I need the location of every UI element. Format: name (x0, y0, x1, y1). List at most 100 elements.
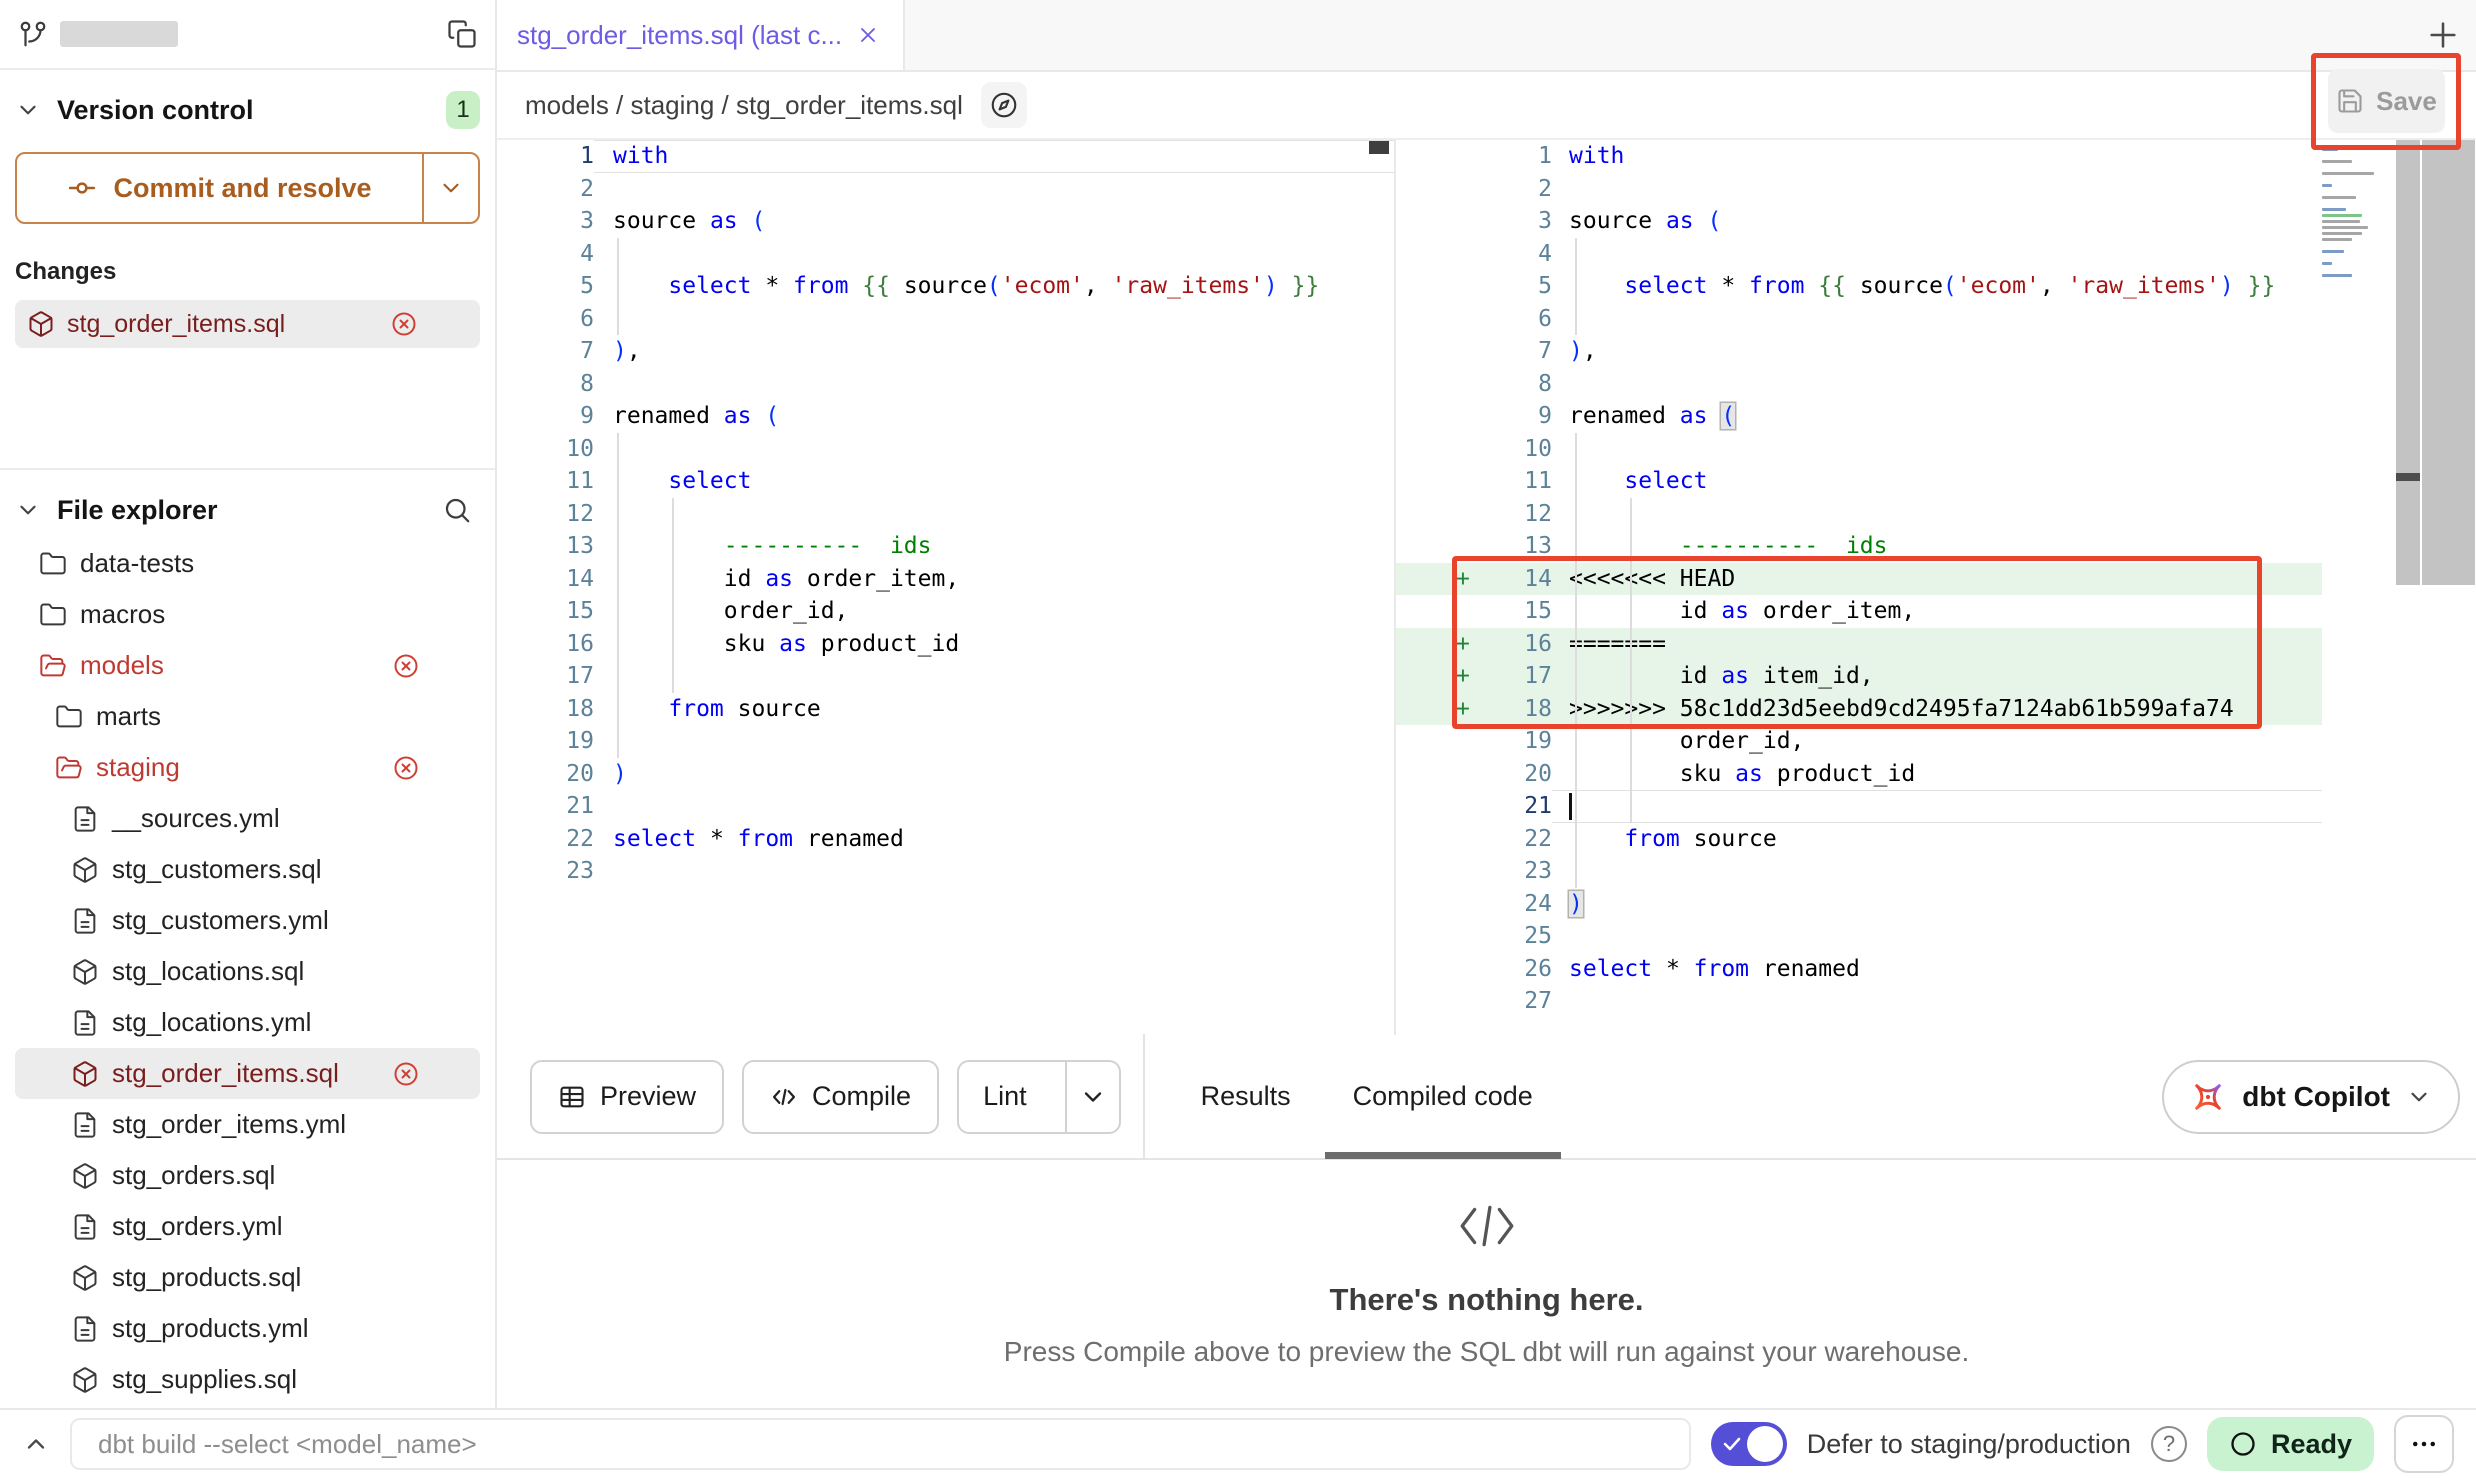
code-line[interactable]: 21 (497, 790, 1394, 823)
file-row-stg_supplies.sql[interactable]: stg_supplies.sql (15, 1354, 480, 1405)
code-line[interactable]: 8 (497, 368, 1394, 401)
code-line[interactable]: 5 select * from {{ source('ecom', 'raw_i… (1396, 270, 2322, 303)
code-line[interactable]: +17 id as item_id, (1396, 660, 2322, 693)
code-line[interactable]: 1with (1396, 140, 2322, 173)
code-line[interactable]: 15 order_id, (497, 595, 1394, 628)
code-line[interactable]: 13 ---------- ids (497, 530, 1394, 563)
lint-options-dropdown[interactable] (1065, 1062, 1119, 1132)
file-row-data-tests[interactable]: data-tests (15, 538, 480, 589)
code-line[interactable]: 7), (1396, 335, 2322, 368)
code-line[interactable]: 24) (1396, 888, 2322, 921)
code-line[interactable]: 20 sku as product_id (1396, 758, 2322, 791)
file-row-macros[interactable]: macros (15, 589, 480, 640)
code-line[interactable]: 12 (497, 498, 1394, 531)
file-row-marts[interactable]: marts (15, 691, 480, 742)
file-row-stg_customers.sql[interactable]: stg_customers.sql (15, 844, 480, 895)
panel-scrollbar[interactable] (2422, 140, 2475, 585)
editor-left-pane[interactable]: 1with23source as (45 select * from {{ so… (497, 140, 1396, 1035)
help-icon[interactable]: ? (2151, 1426, 2187, 1462)
code-line[interactable]: 23 (1396, 855, 2322, 888)
code-line[interactable]: 23 (497, 855, 1394, 888)
code-line[interactable]: 4 (1396, 238, 2322, 271)
tab-results[interactable]: Results (1201, 1034, 1291, 1159)
more-options-button[interactable] (2394, 1415, 2454, 1473)
code-line[interactable]: 3source as ( (1396, 205, 2322, 238)
code-line[interactable]: 9renamed as ( (1396, 400, 2322, 433)
dbt-command-input[interactable] (70, 1418, 1691, 1470)
code-line[interactable]: 9renamed as ( (497, 400, 1394, 433)
code-line[interactable]: 4 (497, 238, 1394, 271)
code-line[interactable]: 10 (1396, 433, 2322, 466)
code-line[interactable]: 22 from source (1396, 823, 2322, 856)
code-line[interactable]: 25 (1396, 920, 2322, 953)
version-control-header[interactable]: Version control 1 (15, 82, 480, 138)
file-row-models[interactable]: models (15, 640, 480, 691)
code-line[interactable]: 6 (1396, 303, 2322, 336)
code-line[interactable]: 26select * from renamed (1396, 953, 2322, 986)
code-line[interactable]: 13 ---------- ids (1396, 530, 2322, 563)
git-branch-icon[interactable] (18, 19, 48, 49)
file-row-stg_order_items.yml[interactable]: stg_order_items.yml (15, 1099, 480, 1150)
discard-changes-icon[interactable] (392, 754, 420, 782)
code-line[interactable]: 21 (1396, 790, 2322, 823)
code-line[interactable]: 3source as ( (497, 205, 1394, 238)
discard-changes-icon[interactable] (392, 1060, 420, 1088)
compile-button[interactable]: Compile (742, 1060, 939, 1134)
code-line[interactable]: 2 (1396, 173, 2322, 206)
chevron-up-icon[interactable] (22, 1430, 50, 1458)
editor-scrollbar[interactable] (2396, 140, 2420, 585)
code-line[interactable]: 12 (1396, 498, 2322, 531)
search-icon[interactable] (442, 495, 472, 525)
code-line[interactable]: 10 (497, 433, 1394, 466)
commit-options-dropdown[interactable] (422, 154, 478, 222)
tab-stg-order-items[interactable]: stg_order_items.sql (last c... (497, 0, 905, 70)
code-line[interactable]: 1with (497, 140, 1394, 173)
scrollbar-thumb[interactable] (1369, 141, 1389, 154)
code-line[interactable]: 8 (1396, 368, 2322, 401)
file-explorer-header[interactable]: File explorer (15, 482, 480, 538)
preview-button[interactable]: Preview (530, 1060, 724, 1134)
code-line[interactable]: 2 (497, 173, 1394, 206)
defer-toggle[interactable] (1711, 1422, 1787, 1466)
code-line[interactable]: +14<<<<<<< HEAD (1396, 563, 2322, 596)
code-line[interactable]: 22select * from renamed (497, 823, 1394, 856)
code-line[interactable]: 27 (1396, 985, 2322, 1018)
new-tab-button[interactable] (2426, 18, 2460, 52)
editor-right-pane[interactable]: 1with23source as (45 select * from {{ so… (1396, 140, 2476, 1035)
tab-compiled-code[interactable]: Compiled code (1353, 1034, 1533, 1159)
code-line[interactable]: 6 (497, 303, 1394, 336)
code-line[interactable]: 14 id as order_item, (497, 563, 1394, 596)
code-line[interactable]: 20) (497, 758, 1394, 791)
code-line[interactable]: 17 (497, 660, 1394, 693)
code-line[interactable]: 19 (497, 725, 1394, 758)
code-line[interactable]: +18>>>>>>> 58c1dd23d5eebd9cd2495fa7124ab… (1396, 693, 2322, 726)
minimap[interactable] (2322, 148, 2392, 280)
commit-and-resolve-button[interactable]: Commit and resolve (15, 152, 480, 224)
code-line[interactable]: 16 sku as product_id (497, 628, 1394, 661)
changed-file-row[interactable]: stg_order_items.sql (15, 300, 480, 348)
file-row-stg_customers.yml[interactable]: stg_customers.yml (15, 895, 480, 946)
discard-changes-icon[interactable] (392, 652, 420, 680)
file-row-stg_locations.yml[interactable]: stg_locations.yml (15, 997, 480, 1048)
dbt-copilot-button[interactable]: dbt Copilot (2162, 1060, 2460, 1134)
discard-change-icon[interactable] (390, 310, 418, 338)
file-row-__sources.yml[interactable]: __sources.yml (15, 793, 480, 844)
file-row-stg_locations.sql[interactable]: stg_locations.sql (15, 946, 480, 997)
file-row-stg_products.sql[interactable]: stg_products.sql (15, 1252, 480, 1303)
lint-button[interactable]: Lint (959, 1062, 1051, 1132)
code-line[interactable]: 15 id as order_item, (1396, 595, 2322, 628)
code-line[interactable]: 11 select (1396, 465, 2322, 498)
copy-icon[interactable] (447, 19, 477, 49)
file-row-stg_products.yml[interactable]: stg_products.yml (15, 1303, 480, 1354)
code-line[interactable]: 11 select (497, 465, 1394, 498)
scrollbar-thumb[interactable] (2396, 473, 2420, 481)
file-row-stg_orders.yml[interactable]: stg_orders.yml (15, 1201, 480, 1252)
code-line[interactable]: 18 from source (497, 693, 1394, 726)
save-button[interactable]: Save (2328, 69, 2445, 133)
file-row-stg_order_items.sql[interactable]: stg_order_items.sql (15, 1048, 480, 1099)
code-line[interactable]: 5 select * from {{ source('ecom', 'raw_i… (497, 270, 1394, 303)
code-line[interactable]: 7), (497, 335, 1394, 368)
file-row-stg_orders.sql[interactable]: stg_orders.sql (15, 1150, 480, 1201)
code-line[interactable]: +16======= (1396, 628, 2322, 661)
code-line[interactable]: 19 order_id, (1396, 725, 2322, 758)
